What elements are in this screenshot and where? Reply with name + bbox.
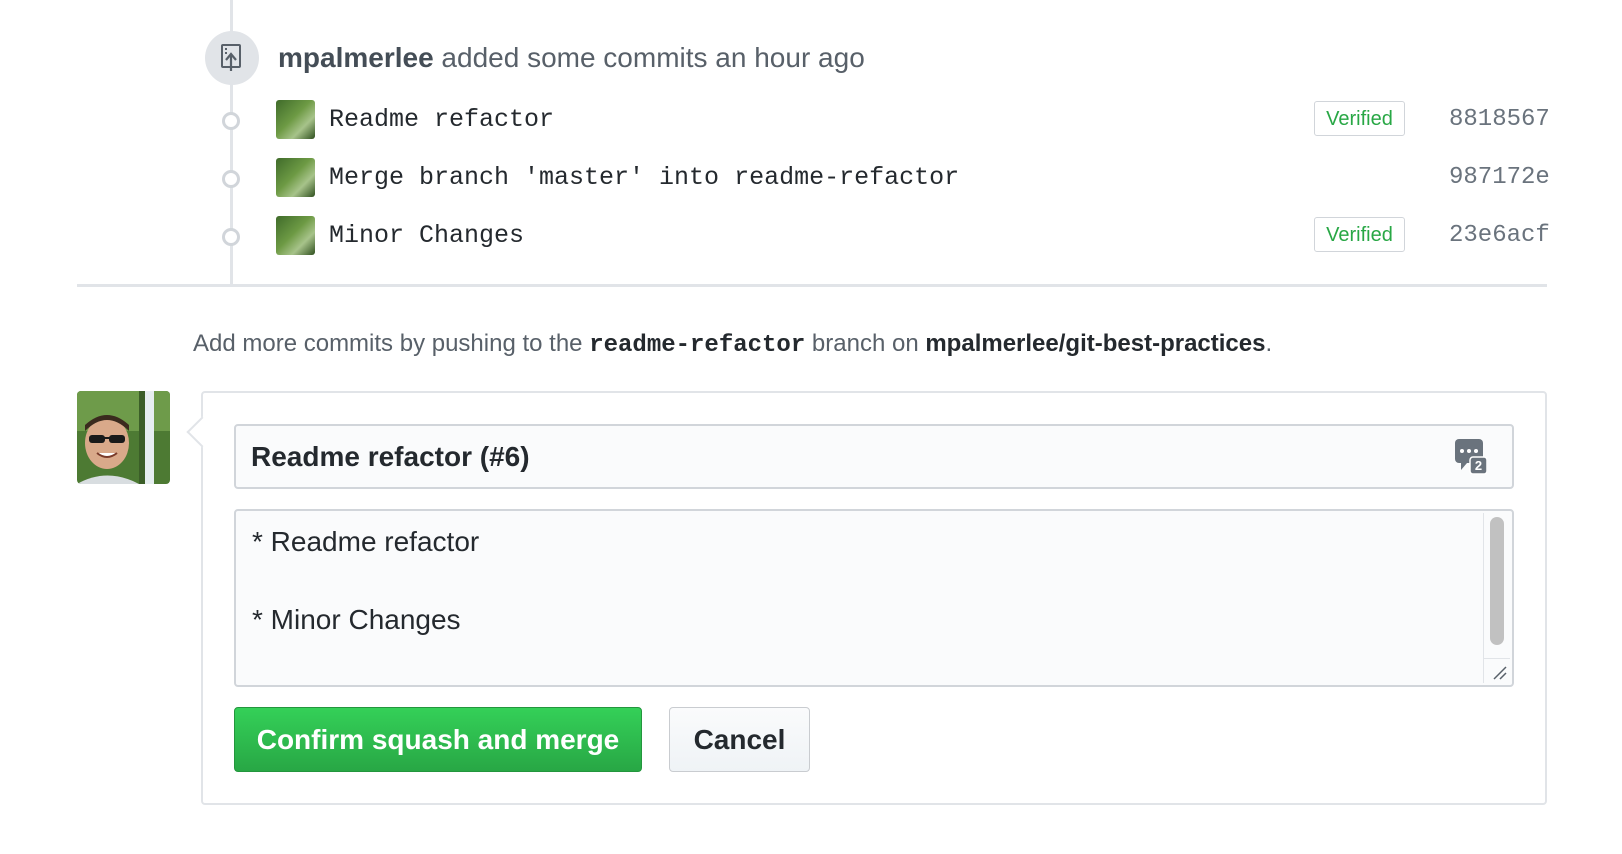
commit-body-textarea[interactable]: * Readme refactor * Minor Changes bbox=[234, 509, 1514, 687]
emoji-counter-icon[interactable]: 2 bbox=[1455, 439, 1488, 475]
push-hint: Add more commits by pushing to the readm… bbox=[193, 328, 1272, 362]
event-action-text: added some commits an hour ago bbox=[441, 42, 865, 73]
commit-icon bbox=[213, 170, 249, 188]
resize-grip-icon[interactable] bbox=[1483, 658, 1510, 683]
commit-body-line: * Minor Changes bbox=[252, 604, 461, 635]
emoji-count: 2 bbox=[1475, 458, 1482, 473]
commit-body-line: * Readme refactor bbox=[252, 526, 480, 557]
commit-row: Readme refactor Verified 8818567 bbox=[0, 100, 1560, 140]
repo-name: mpalmerlee/git-best-practices bbox=[925, 330, 1266, 357]
scrollbar-thumb[interactable] bbox=[1490, 517, 1504, 645]
commit-sha-link[interactable]: 23e6acf bbox=[1449, 220, 1550, 252]
branch-name: readme-refactor bbox=[589, 332, 806, 359]
commit-message-link[interactable]: Merge branch 'master' into readme-refact… bbox=[329, 162, 959, 194]
commit-message-link[interactable]: Readme refactor bbox=[329, 104, 554, 136]
avatar[interactable] bbox=[276, 100, 315, 139]
verified-badge[interactable]: Verified bbox=[1314, 217, 1405, 252]
commit-sha-link[interactable]: 987172e bbox=[1449, 162, 1550, 194]
confirm-squash-merge-button[interactable]: Confirm squash and merge bbox=[234, 707, 642, 772]
avatar[interactable] bbox=[276, 158, 315, 197]
avatar-photo bbox=[77, 391, 170, 484]
commit-row: Minor Changes Verified 23e6acf bbox=[0, 216, 1560, 256]
repo-push-icon bbox=[205, 31, 259, 85]
event-description: mpalmerlee added some commits an hour ag… bbox=[278, 40, 865, 76]
commit-row: Merge branch 'master' into readme-refact… bbox=[0, 158, 1560, 198]
push-hint-middle: branch on bbox=[811, 330, 919, 357]
push-hint-suffix: . bbox=[1265, 330, 1273, 357]
commit-title-input[interactable]: Readme refactor (#6) bbox=[234, 424, 1514, 489]
avatar[interactable] bbox=[276, 216, 315, 255]
repo-push-icon-svg bbox=[221, 44, 241, 71]
commit-message-link[interactable]: Minor Changes bbox=[329, 220, 524, 252]
emoji-counter-icon-svg: 2 bbox=[1455, 439, 1488, 475]
commit-sha-link[interactable]: 8818567 bbox=[1449, 104, 1550, 136]
timeline-divider bbox=[77, 284, 1547, 287]
verified-badge[interactable]: Verified bbox=[1314, 101, 1405, 136]
cancel-button[interactable]: Cancel bbox=[669, 707, 810, 772]
commit-icon bbox=[213, 228, 249, 246]
push-hint-prefix: Add more commits by pushing to the bbox=[193, 330, 583, 357]
resize-grip-svg bbox=[1493, 666, 1507, 680]
event-author-link[interactable]: mpalmerlee bbox=[278, 42, 434, 73]
avatar[interactable] bbox=[77, 391, 170, 484]
commit-icon bbox=[213, 112, 249, 130]
textarea-scrollbar[interactable] bbox=[1483, 513, 1510, 661]
